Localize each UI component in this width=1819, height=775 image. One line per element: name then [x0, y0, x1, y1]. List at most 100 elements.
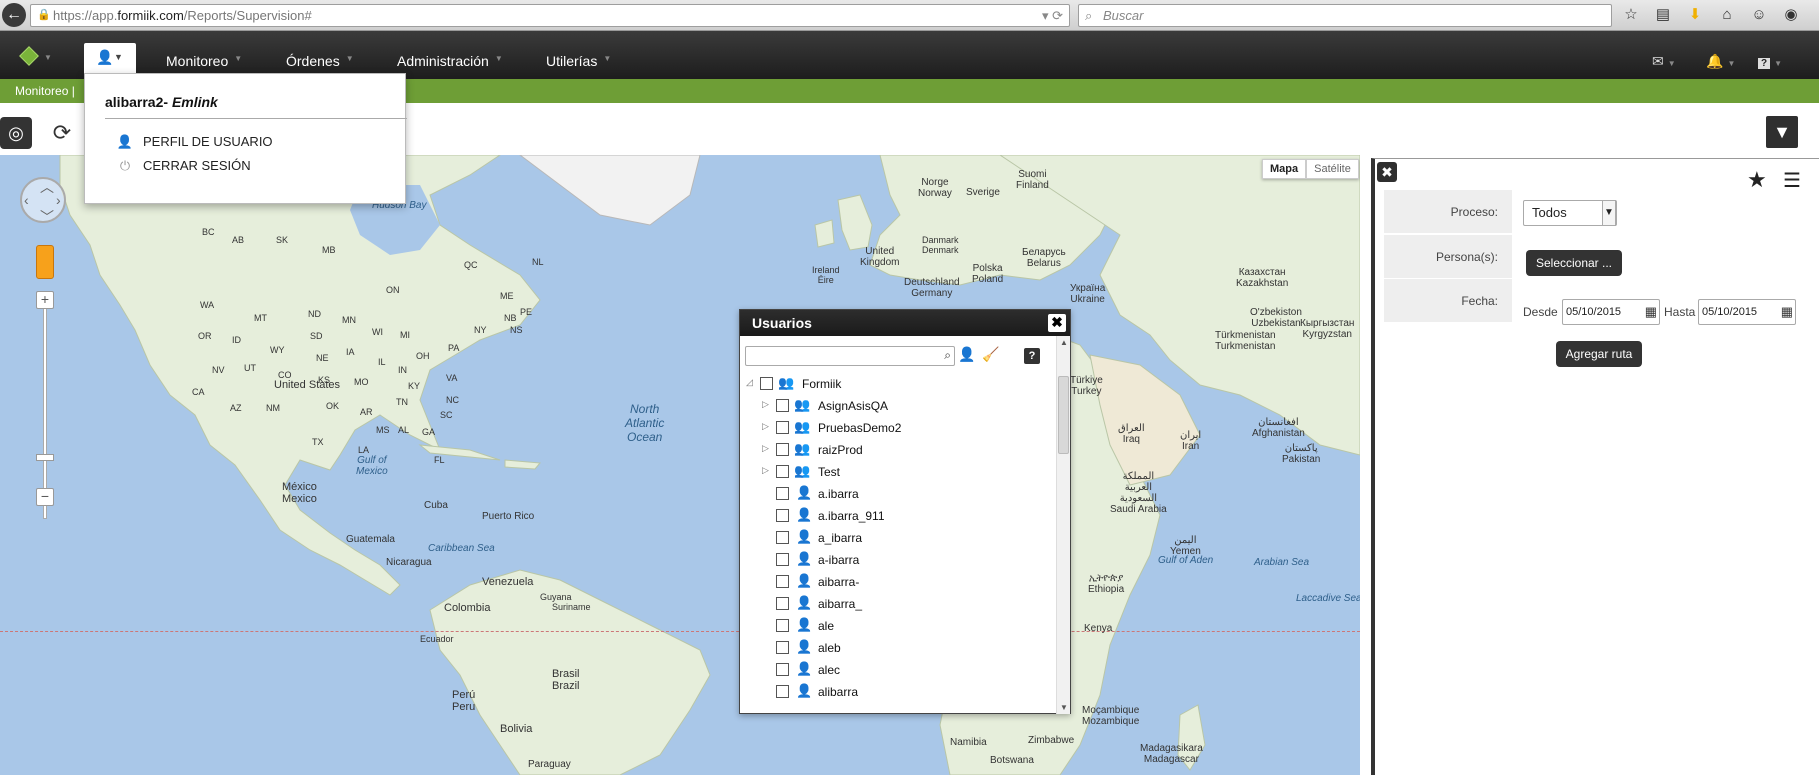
chevron-down-icon[interactable]: ▼	[1602, 200, 1616, 226]
map-label: Perú Peru	[452, 689, 476, 713]
desde-date-input[interactable]: 05/10/2015 ▦	[1562, 299, 1660, 325]
scroll-thumb[interactable]	[1058, 376, 1069, 454]
map-label: AZ	[230, 403, 242, 413]
checkbox[interactable]	[776, 575, 789, 588]
map-label: VA	[446, 373, 458, 383]
checkbox[interactable]	[776, 465, 789, 478]
map-label: ID	[232, 335, 241, 345]
users-scrollbar[interactable]: ▲ ▼	[1056, 336, 1070, 714]
browser-search-input[interactable]: ⌕ Buscar	[1078, 4, 1612, 27]
proceso-select[interactable]: Todos ▼	[1523, 200, 1617, 226]
checkbox[interactable]	[776, 487, 789, 500]
nav-administracion[interactable]: Administración ▼	[397, 53, 503, 69]
bookmark-star-icon[interactable]: ☆	[1620, 4, 1642, 26]
checkbox[interactable]	[776, 597, 789, 610]
checkbox[interactable]	[776, 509, 789, 522]
list-icon[interactable]: ☰	[1783, 168, 1801, 193]
calendar-icon[interactable]: ▦	[1645, 300, 1657, 324]
profile-menu-item[interactable]: 👤 PERFIL DE USUARIO	[115, 134, 273, 150]
refresh-icon[interactable]: ⟳	[46, 117, 78, 149]
map-label: Казахстан Kazakhstan	[1236, 267, 1289, 289]
map-type-satellite-button[interactable]: Satélite	[1306, 159, 1359, 179]
filter-icon[interactable]: ▼	[1766, 116, 1798, 148]
checkbox[interactable]	[776, 685, 789, 698]
notifications-button[interactable]: 🔔 ▼	[1706, 53, 1735, 70]
world-map[interactable]: Mapa Satélite ︿ ﹀ ‹ › + − Suomi Finland …	[0, 155, 1360, 775]
chevron-down-icon: ▼	[1774, 59, 1783, 68]
checkbox[interactable]	[776, 421, 789, 434]
map-layers-icon[interactable]: ◎	[0, 117, 32, 149]
hasta-date-input[interactable]: 05/10/2015 ▦	[1698, 299, 1796, 325]
tree-node-label: aibarra_	[818, 597, 863, 611]
home-icon[interactable]: ⌂	[1716, 4, 1738, 26]
expand-triangle-icon[interactable]: ▷	[762, 465, 769, 476]
close-icon[interactable]: ✖	[1377, 162, 1397, 182]
map-label: MS	[376, 425, 390, 435]
pan-right-icon[interactable]: ›	[56, 192, 61, 208]
zoom-out-button[interactable]: −	[36, 488, 54, 506]
messages-button[interactable]: ✉ ▼	[1652, 53, 1676, 70]
checkbox[interactable]	[776, 399, 789, 412]
url-host: formiik.com	[117, 8, 184, 23]
expand-triangle-icon[interactable]: ▷	[762, 443, 769, 454]
pan-left-icon[interactable]: ‹	[24, 192, 29, 208]
users-panel-title: Usuarios	[752, 315, 812, 331]
user-icon: 👤	[116, 134, 134, 149]
map-label: NM	[266, 403, 280, 413]
map-type-map-button[interactable]: Mapa	[1262, 159, 1307, 179]
user-icon: 👤	[796, 639, 813, 654]
checkbox[interactable]	[776, 531, 789, 544]
reload-icon[interactable]: ▾ ⟳	[1042, 5, 1063, 26]
help-icon: ?	[1758, 58, 1771, 69]
search-icon[interactable]: ⌕	[944, 348, 951, 363]
map-label: KY	[408, 381, 421, 391]
user-filter-icon[interactable]: 👤	[958, 346, 975, 363]
expand-triangle-icon[interactable]: ▷	[762, 421, 769, 432]
map-label: FL	[434, 455, 445, 465]
zoom-slider-handle[interactable]	[36, 454, 54, 461]
pan-down-icon[interactable]: ﹀	[40, 207, 54, 227]
close-icon[interactable]: ✖	[1048, 314, 1066, 332]
formiik-logo-icon[interactable]	[19, 46, 39, 66]
chevron-down-icon[interactable]: ▼	[44, 53, 52, 62]
address-bar[interactable]: 🔒 https://app.formiik.com/Reports/Superv…	[30, 4, 1070, 27]
map-label: United Kingdom	[860, 246, 900, 268]
broom-clear-icon[interactable]: 🧹	[982, 346, 999, 363]
nav-monitoreo[interactable]: Monitoreo ▼	[166, 53, 242, 69]
collapse-triangle-icon[interactable]: ◿	[746, 377, 753, 388]
map-label: NL	[532, 257, 544, 267]
scroll-down-icon[interactable]: ▼	[1057, 703, 1071, 712]
smiley-icon[interactable]: ☺	[1748, 4, 1770, 26]
calendar-icon[interactable]: ▦	[1781, 300, 1793, 324]
checkbox[interactable]	[776, 443, 789, 456]
download-icon[interactable]: ⬇	[1684, 4, 1706, 26]
checkbox[interactable]	[776, 641, 789, 654]
tree-node-label: Formiik	[802, 377, 842, 391]
back-arrow-icon[interactable]: ←	[2, 3, 26, 27]
checkbox[interactable]	[776, 663, 789, 676]
pan-control[interactable]: ︿ ﹀ ‹ ›	[20, 177, 66, 225]
nav-ordenes[interactable]: Órdenes ▼	[286, 53, 354, 69]
help-icon[interactable]: ?	[1024, 348, 1040, 364]
add-route-button[interactable]: Agregar ruta	[1556, 341, 1642, 367]
expand-triangle-icon[interactable]: ▷	[762, 399, 769, 410]
extension-icon[interactable]: ◉	[1780, 4, 1802, 26]
map-label: PE	[520, 307, 533, 317]
pan-up-icon[interactable]: ︿	[40, 177, 54, 197]
nav-utilerias[interactable]: Utilerías ▼	[546, 53, 611, 69]
street-view-pegman-icon[interactable]	[36, 245, 54, 279]
breadcrumb-item[interactable]: Monitoreo |	[15, 84, 75, 98]
checkbox[interactable]	[776, 553, 789, 566]
zoom-slider-track[interactable]	[43, 297, 47, 519]
help-button[interactable]: ? ▼	[1758, 53, 1782, 69]
zoom-in-button[interactable]: +	[36, 291, 54, 309]
logout-menu-item[interactable]: ⏻ CERRAR SESIÓN	[115, 158, 251, 174]
scroll-up-icon[interactable]: ▲	[1057, 338, 1071, 347]
checkbox[interactable]	[760, 377, 773, 390]
users-search-input[interactable]: ⌕	[745, 346, 955, 366]
favorite-star-icon[interactable]: ★	[1747, 167, 1767, 193]
reading-list-icon[interactable]: ▤	[1652, 4, 1674, 26]
select-persons-button[interactable]: Seleccionar ...	[1526, 250, 1622, 276]
fecha-label: Fecha:	[1384, 279, 1512, 323]
checkbox[interactable]	[776, 619, 789, 632]
